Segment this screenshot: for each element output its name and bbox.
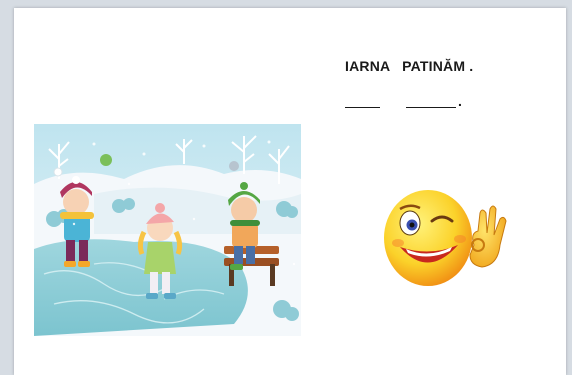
sentence-text: IARNA PATINĂM . — [345, 58, 474, 74]
answer-blank-1[interactable] — [345, 107, 380, 108]
smiley-ok-hand-icon — [384, 190, 507, 286]
skating-children-illustration — [34, 124, 301, 336]
answer-blanks: . — [345, 92, 462, 108]
answer-blank-2[interactable] — [406, 107, 456, 108]
answer-period: . — [458, 93, 462, 109]
skating-scene-image — [34, 124, 301, 336]
winking-smiley-emoji — [370, 183, 510, 293]
worksheet-page: IARNA PATINĂM . . — [14, 8, 566, 375]
